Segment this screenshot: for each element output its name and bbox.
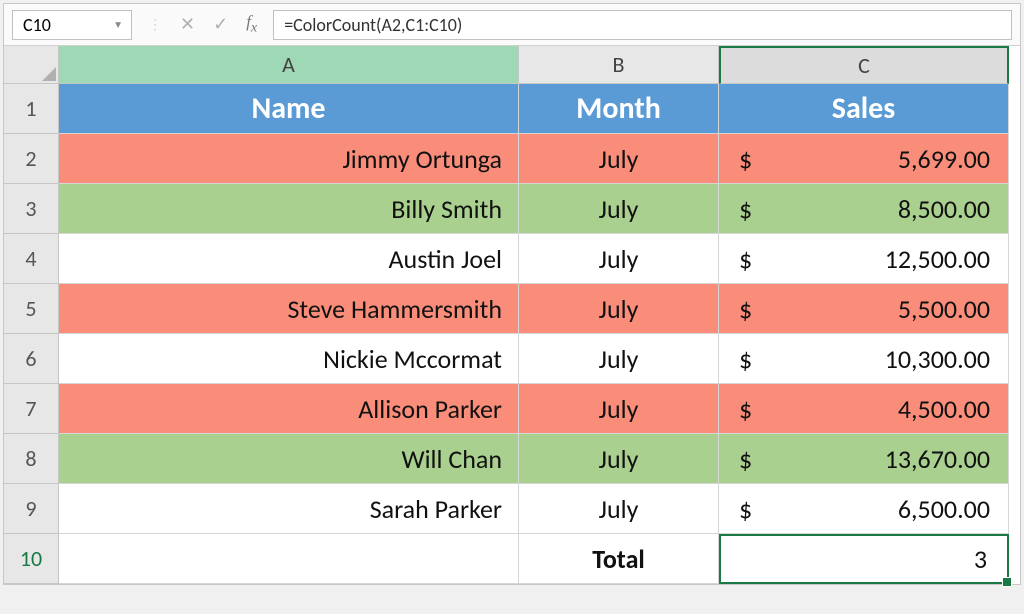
cell-C6[interactable]: $10,300.00 xyxy=(719,334,1009,384)
row-header-10[interactable]: 10 xyxy=(4,534,59,584)
formula-text: =ColorCount(A2,C1:C10) xyxy=(284,14,462,36)
name-box-value: C10 xyxy=(23,14,51,36)
cell-B2[interactable]: July xyxy=(519,134,719,184)
row-header-1[interactable]: 1 xyxy=(4,84,59,134)
cancel-icon[interactable]: ✕ xyxy=(180,13,195,35)
cell-C4[interactable]: $12,500.00 xyxy=(719,234,1009,284)
cell-C10-selected[interactable]: 3 xyxy=(719,534,1009,584)
dropdown-icon[interactable]: ▼ xyxy=(113,18,123,31)
formula-input[interactable]: =ColorCount(A2,C1:C10) xyxy=(273,10,1012,40)
spreadsheet-grid[interactable]: A B C 1 Name Month Sales 2 Jimmy Ortunga… xyxy=(4,46,1020,584)
cell-B10[interactable]: Total xyxy=(519,534,719,584)
cell-B5[interactable]: July xyxy=(519,284,719,334)
cell-B8[interactable]: July xyxy=(519,434,719,484)
cell-B4[interactable]: July xyxy=(519,234,719,284)
cell-B3[interactable]: July xyxy=(519,184,719,234)
cell-A5[interactable]: Steve Hammersmith xyxy=(59,284,519,334)
cell-B9[interactable]: July xyxy=(519,484,719,534)
separator-icon: ⋮ xyxy=(148,16,162,33)
cell-A9[interactable]: Sarah Parker xyxy=(59,484,519,534)
cell-A2[interactable]: Jimmy Ortunga xyxy=(59,134,519,184)
cell-B6[interactable]: July xyxy=(519,334,719,384)
name-box[interactable]: C10 ▼ xyxy=(12,10,132,40)
row-header-5[interactable]: 5 xyxy=(4,284,59,334)
cell-B7[interactable]: July xyxy=(519,384,719,434)
cell-C8[interactable]: $13,670.00 xyxy=(719,434,1009,484)
spreadsheet-app: C10 ▼ ⋮ ✕ ✓ fx =ColorCount(A2,C1:C10) A … xyxy=(3,3,1021,585)
formula-bar-icons: ⋮ ✕ ✓ fx xyxy=(140,12,265,36)
cell-C5[interactable]: $5,500.00 xyxy=(719,284,1009,334)
cell-C2[interactable]: $5,699.00 xyxy=(719,134,1009,184)
cell-A7[interactable]: Allison Parker xyxy=(59,384,519,434)
column-header-A[interactable]: A xyxy=(59,46,519,84)
column-header-C[interactable]: C xyxy=(719,46,1009,84)
cell-A6[interactable]: Nickie Mccormat xyxy=(59,334,519,384)
cell-A4[interactable]: Austin Joel xyxy=(59,234,519,284)
row-header-7[interactable]: 7 xyxy=(4,384,59,434)
cell-A1[interactable]: Name xyxy=(59,84,519,134)
select-all-corner[interactable] xyxy=(4,46,59,84)
row-header-6[interactable]: 6 xyxy=(4,334,59,384)
fx-icon[interactable]: fx xyxy=(246,12,257,36)
cell-A8[interactable]: Will Chan xyxy=(59,434,519,484)
cell-B1[interactable]: Month xyxy=(519,84,719,134)
row-header-2[interactable]: 2 xyxy=(4,134,59,184)
row-header-8[interactable]: 8 xyxy=(4,434,59,484)
cell-C3[interactable]: $8,500.00 xyxy=(719,184,1009,234)
cell-C7[interactable]: $4,500.00 xyxy=(719,384,1009,434)
row-header-4[interactable]: 4 xyxy=(4,234,59,284)
cell-A3[interactable]: Billy Smith xyxy=(59,184,519,234)
cell-C1[interactable]: Sales xyxy=(719,84,1009,134)
cell-C9[interactable]: $6,500.00 xyxy=(719,484,1009,534)
enter-icon[interactable]: ✓ xyxy=(213,13,228,35)
formula-bar: C10 ▼ ⋮ ✕ ✓ fx =ColorCount(A2,C1:C10) xyxy=(4,4,1020,46)
row-header-3[interactable]: 3 xyxy=(4,184,59,234)
column-header-B[interactable]: B xyxy=(519,46,719,84)
row-header-9[interactable]: 9 xyxy=(4,484,59,534)
cell-A10[interactable] xyxy=(59,534,519,584)
